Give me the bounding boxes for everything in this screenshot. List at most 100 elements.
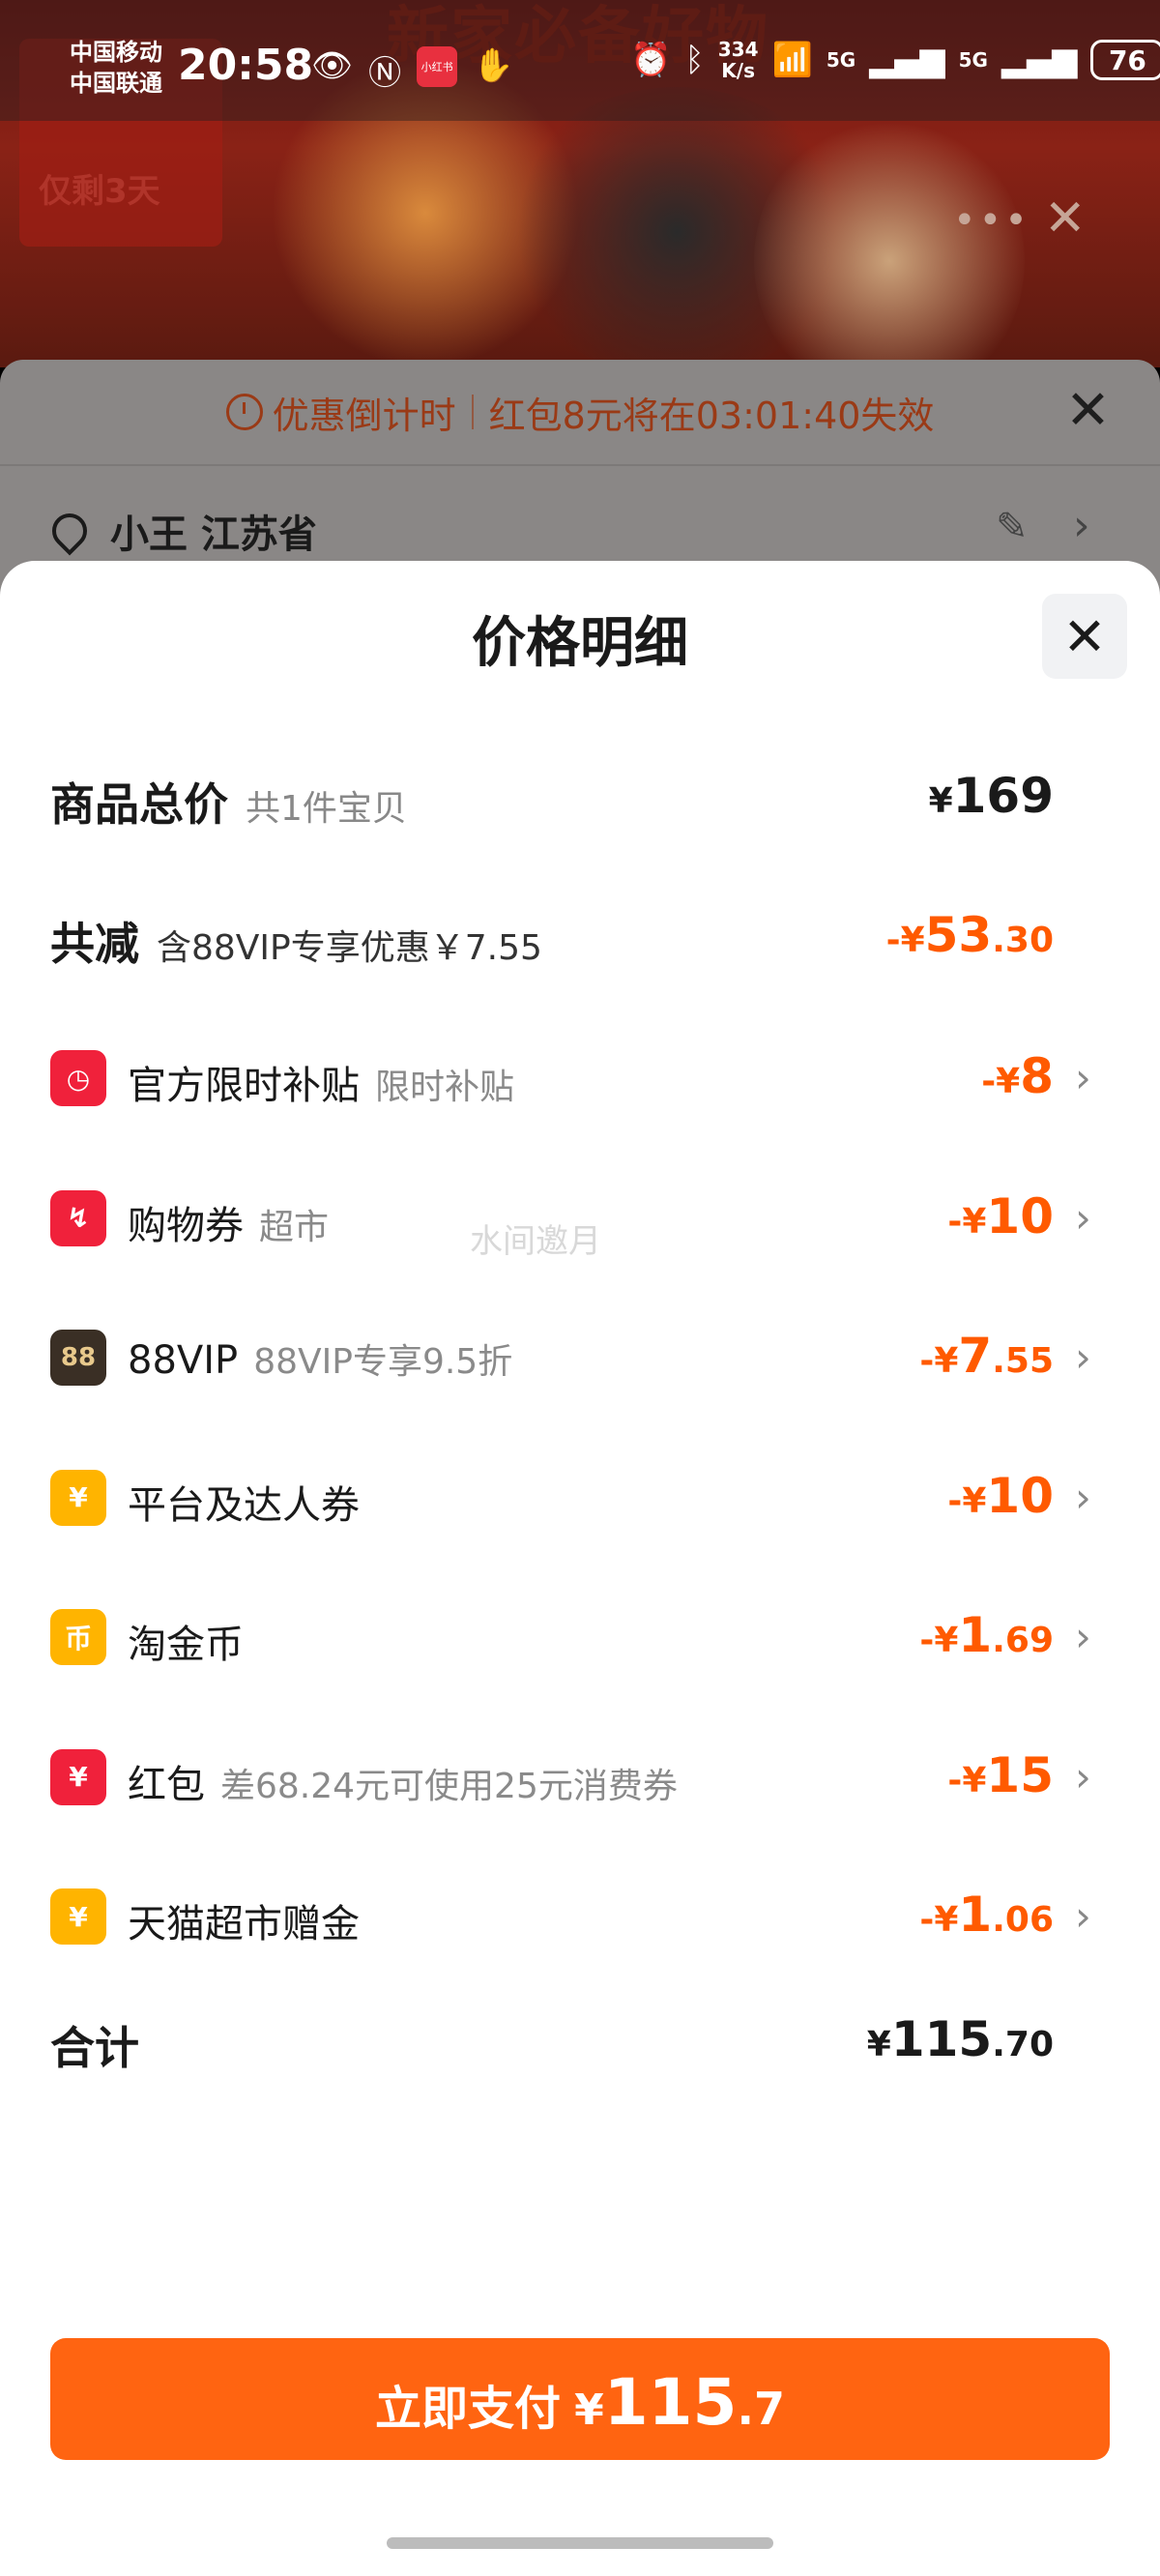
discount-item[interactable]: ◷ 官方限时补贴 限时补贴 -¥8 ›	[0, 1029, 1160, 1126]
discount-item-value: 8	[1020, 1048, 1054, 1104]
discount-item-label: 购物券 超市	[128, 1194, 329, 1250]
discount-item-decimal: .06	[992, 1900, 1054, 1940]
goods-total-amount: ¥169	[929, 768, 1054, 824]
pay-now-button[interactable]: 立即支付 ¥ 115 .7	[50, 2338, 1110, 2460]
total-discount-value: 53	[924, 907, 993, 963]
pay-button-label: 立即支付	[375, 2382, 562, 2436]
discount-item-hint: 限时补贴	[375, 1068, 515, 1107]
discount-item-name: 购物券	[128, 1203, 244, 1248]
gift-money-icon: ¥	[50, 1888, 106, 1945]
sheet-title: 价格明细	[472, 612, 688, 675]
hand-icon: ✋	[473, 46, 514, 85]
discount-item-value: 7	[958, 1328, 993, 1384]
discount-item[interactable]: ¥ 天猫超市赠金 -¥1.06 ›	[0, 1867, 1160, 1964]
discount-item-label: 88VIP 88VIP专享9.5折	[128, 1333, 512, 1384]
discount-item-label: 天猫超市赠金	[128, 1892, 360, 1948]
discount-item-value: 10	[986, 1187, 1054, 1244]
discount-item[interactable]: ¥ 红包 差68.24元可使用25元消费券 -¥15 ›	[0, 1728, 1160, 1825]
countdown-close-icon[interactable]: ✕	[1065, 379, 1111, 442]
goods-total-row: 商品总价 共1件宝贝 ¥169	[0, 746, 1160, 843]
chevron-right-icon[interactable]: ›	[1075, 1474, 1091, 1521]
close-button[interactable]: ✕	[1042, 594, 1127, 679]
grand-total-decimal: .70	[992, 2025, 1054, 2064]
more-icon[interactable]: •••	[953, 198, 1030, 243]
battery-indicator: 76	[1090, 40, 1160, 80]
discount-item-amount: -¥10	[947, 1468, 1054, 1524]
total-discount-row: 共减 含88VIP专享优惠￥7.55 -¥53.30	[0, 886, 1160, 982]
chevron-right-icon[interactable]: ›	[1075, 1753, 1091, 1800]
discount-item[interactable]: ¥ 平台及达人券 -¥10 ›	[0, 1449, 1160, 1545]
discount-item[interactable]: 币淘金币 -¥1.69 ›	[0, 1588, 1160, 1684]
minus-currency: -¥	[919, 1341, 959, 1381]
edit-icon[interactable]: ✎	[996, 505, 1029, 549]
nfc-icon: Ⓝ	[368, 54, 402, 93]
wifi-icon: 📶	[771, 41, 813, 79]
carrier-names: 中国移动 中国联通	[70, 37, 162, 99]
chevron-right-icon[interactable]: ›	[1075, 1892, 1091, 1940]
alarm-icon: ⏰	[630, 41, 672, 79]
app-notification-icon: 小红书	[417, 46, 458, 87]
chevron-right-icon[interactable]: ›	[1075, 1613, 1091, 1660]
minus-currency: -¥	[919, 1900, 959, 1940]
discount-item-label: 红包 差68.24元可使用25元消费券	[128, 1753, 678, 1809]
total-discount-amount: -¥53.30	[886, 907, 1054, 963]
watermark: 水间邀月	[470, 1222, 601, 1261]
coupon-countdown: 优惠倒计时 红包8元将在03:01:40失效	[0, 360, 1160, 464]
grand-total-amount: ¥115.70	[867, 2011, 1054, 2067]
discount-item-name: 天猫超市赠金	[128, 1902, 360, 1947]
signal-1-label: 5G	[826, 48, 856, 72]
discount-item-amount: -¥15	[947, 1747, 1054, 1803]
chevron-right-icon[interactable]: ›	[1075, 1333, 1091, 1381]
discount-item[interactable]: 88 88VIP 88VIP专享9.5折 -¥7.55 ›	[0, 1308, 1160, 1405]
chevron-right-icon[interactable]: ›	[1073, 501, 1090, 550]
pay-button-decimal: .7	[737, 2383, 785, 2435]
net-speed-unit: K/s	[721, 59, 755, 82]
divider	[0, 464, 1160, 466]
banner-badge-text: 仅剩3天	[39, 172, 160, 211]
discount-item-amount: -¥8	[981, 1048, 1054, 1104]
banner-close-icon[interactable]: ✕	[1044, 190, 1087, 248]
countdown-message: 红包8元将在03:01:40失效	[488, 394, 935, 437]
net-speed-value: 334	[717, 38, 759, 61]
goods-total-count: 共1件宝贝	[246, 789, 407, 829]
carrier-2: 中国联通	[70, 70, 162, 97]
home-indicator[interactable]	[387, 2537, 773, 2549]
chevron-right-icon[interactable]: ›	[1075, 1194, 1091, 1242]
discount-item-hint: 超市	[259, 1207, 330, 1247]
countdown-label: 优惠倒计时	[272, 394, 456, 437]
divider	[471, 395, 474, 429]
discount-item-value: 10	[986, 1467, 1054, 1524]
discount-item-name: 官方限时补贴	[128, 1064, 360, 1108]
discount-item-label: 淘金币	[128, 1613, 244, 1669]
minus-currency: -¥	[947, 1760, 987, 1800]
pay-button-value: 115	[603, 2365, 738, 2440]
red-packet-icon: ¥	[50, 1748, 106, 1805]
discount-item-amount: -¥7.55	[919, 1328, 1054, 1384]
currency-symbol: ¥	[928, 781, 953, 821]
signal-icon: ▂▄▆	[1000, 41, 1078, 79]
discount-item-value: 1	[958, 1607, 993, 1663]
signal-2-label: 5G	[958, 48, 988, 72]
address-row[interactable]: 小王 江苏省	[44, 503, 317, 559]
discount-item-amount: -¥10	[947, 1188, 1054, 1244]
discount-item-name: 平台及达人券	[128, 1482, 360, 1528]
chevron-right-icon[interactable]: ›	[1075, 1054, 1091, 1101]
discount-item-name: 淘金币	[128, 1623, 244, 1667]
address-text: 小王 江苏省	[110, 512, 317, 557]
total-discount-note: 含88VIP专享优惠￥7.55	[157, 928, 542, 968]
currency-symbol: ¥	[866, 2025, 891, 2064]
minus-currency: -¥	[919, 1621, 959, 1660]
minus-currency: -¥	[947, 1201, 987, 1242]
discount-item-value: 15	[986, 1746, 1054, 1803]
carrier-1: 中国移动	[70, 39, 162, 66]
eye-icon: 👁	[311, 46, 354, 85]
goods-total-title: 商品总价	[50, 778, 228, 831]
clock-icon	[225, 394, 263, 430]
status-bar: 中国移动 中国联通 20:58 👁 Ⓝ 小红书 ✋ ⏰ ᛒ 334 K/s 📶 …	[0, 0, 1160, 121]
minus-currency: -¥	[885, 921, 925, 960]
discount-item-decimal: .55	[992, 1341, 1054, 1381]
clock-icon: ◷	[50, 1050, 106, 1106]
close-icon: ✕	[1062, 605, 1107, 667]
discount-item-label: 官方限时补贴 限时补贴	[128, 1054, 514, 1110]
ticket-icon: ¥	[50, 1469, 106, 1526]
